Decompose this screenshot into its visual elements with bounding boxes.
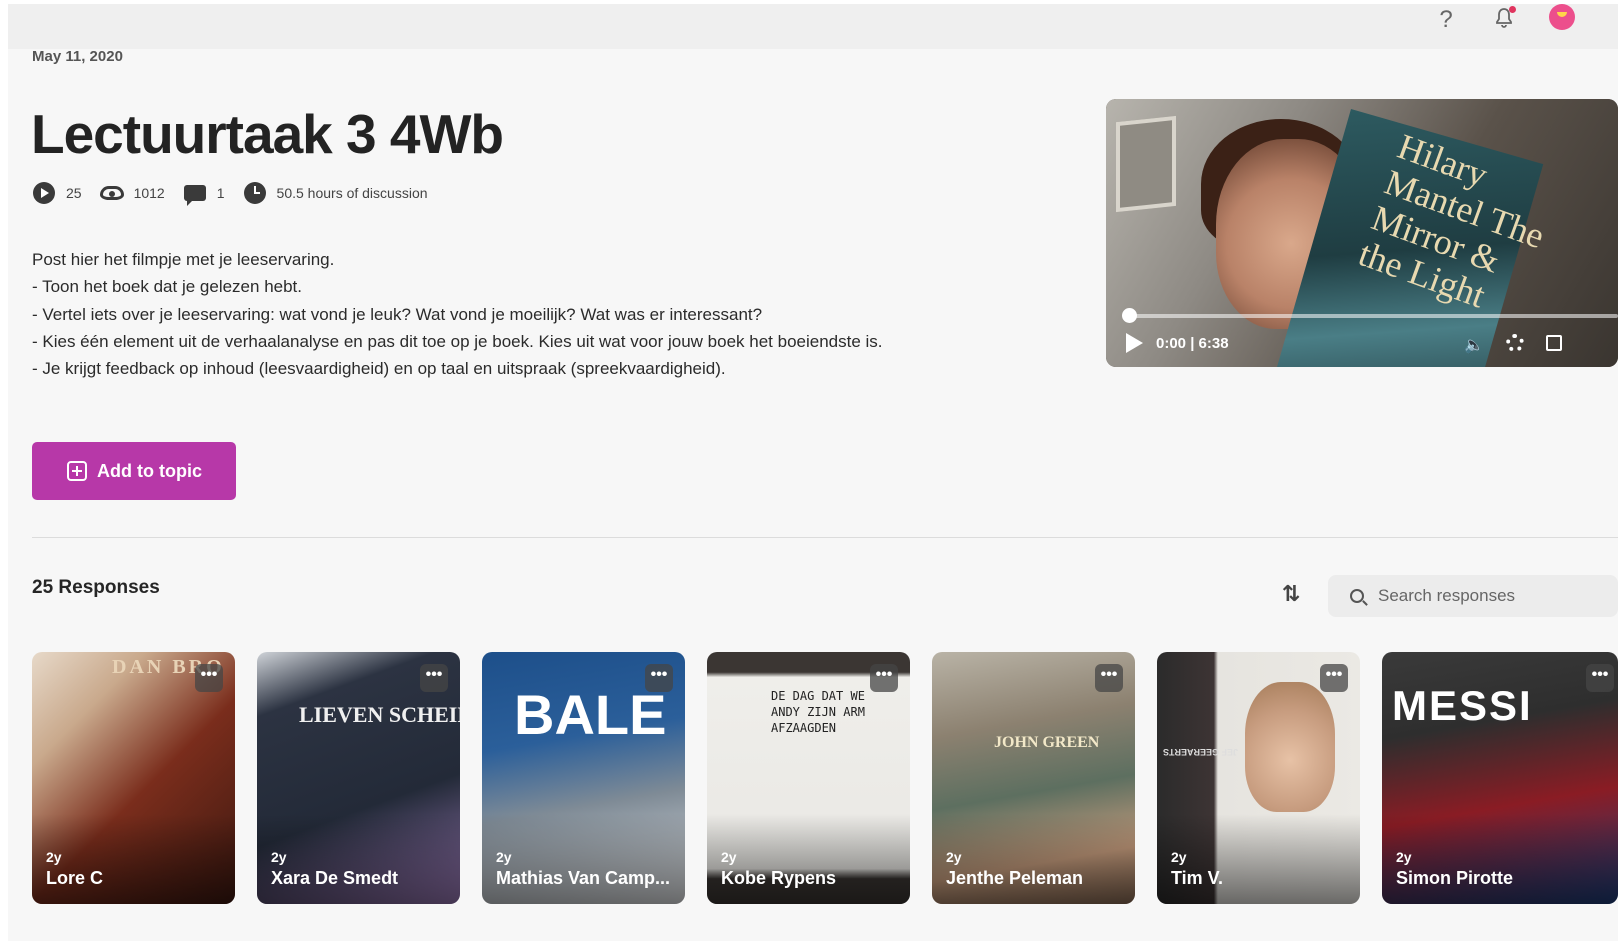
response-card[interactable]: LIEVEN SCHEIRE ••• 2y Xara De Smedt bbox=[257, 652, 460, 904]
scrubber-handle[interactable] bbox=[1122, 308, 1137, 323]
sort-arrows-icon[interactable]: ⇅ bbox=[1278, 582, 1304, 608]
play-icon[interactable] bbox=[1126, 333, 1143, 353]
response-age: 2y bbox=[721, 849, 737, 865]
response-author: Mathias Van Camp... bbox=[496, 868, 671, 888]
page-title: Lectuurtaak 3 4Wb bbox=[31, 103, 504, 165]
more-options-icon[interactable]: ••• bbox=[1586, 664, 1614, 692]
response-author: Xara De Smedt bbox=[271, 868, 399, 888]
card-shade bbox=[707, 814, 910, 904]
cover-text: DE DAG DAT WE ANDY ZIJN ARM AFZAAGDEN bbox=[771, 689, 865, 735]
wall-picture bbox=[1116, 115, 1176, 213]
card-shade bbox=[32, 814, 235, 904]
video-time: 0:00 | 6:38 bbox=[1156, 335, 1229, 352]
response-age: 2y bbox=[271, 849, 287, 865]
more-options-icon[interactable]: ••• bbox=[1320, 664, 1348, 692]
views-stat: 1012 bbox=[99, 181, 165, 205]
topic-video-player[interactable]: Hilary Mantel The Mirror & the Light 0:0… bbox=[1106, 99, 1618, 367]
avatar[interactable] bbox=[1549, 4, 1575, 30]
card-shade bbox=[1382, 814, 1618, 904]
clock-icon bbox=[243, 181, 267, 205]
response-card[interactable]: DE DAG DAT WE ANDY ZIJN ARM AFZAAGDEN ••… bbox=[707, 652, 910, 904]
views-count: 1012 bbox=[133, 185, 165, 201]
response-age: 2y bbox=[1396, 849, 1412, 865]
comments-stat: 1 bbox=[183, 181, 225, 206]
response-author: Simon Pirotte bbox=[1396, 868, 1514, 888]
bell-icon[interactable] bbox=[1492, 6, 1516, 30]
response-card[interactable]: JEF GEERAERTS ••• 2y Tim V. bbox=[1157, 652, 1360, 904]
card-shade bbox=[1157, 814, 1360, 904]
videos-count: 25 bbox=[66, 185, 82, 201]
video-scrubber[interactable] bbox=[1128, 314, 1618, 318]
response-author: Lore C bbox=[46, 868, 104, 888]
cover-text: BALE bbox=[514, 683, 667, 746]
response-card[interactable]: JOHN GREEN ••• 2y Jenthe Peleman bbox=[932, 652, 1135, 904]
response-age: 2y bbox=[1171, 849, 1187, 865]
description-line: - Je krijgt feedback op inhoud (leesvaar… bbox=[32, 359, 726, 379]
add-video-icon bbox=[67, 461, 87, 481]
help-icon[interactable]: ? bbox=[1436, 4, 1456, 36]
response-age: 2y bbox=[496, 849, 512, 865]
response-cards: DAN BRO ••• 2y Lore C LIEVEN SCHEIRE •••… bbox=[32, 652, 1618, 904]
description-line: - Vertel iets over je leeservaring: wat … bbox=[32, 304, 763, 324]
search-icon bbox=[1350, 589, 1364, 603]
add-to-topic-button[interactable]: Add to topic bbox=[32, 442, 236, 500]
cover-text: LIEVEN SCHEIRE bbox=[299, 702, 460, 727]
card-shade bbox=[932, 814, 1135, 904]
videos-stat: 25 bbox=[32, 181, 82, 205]
response-author: Tim V. bbox=[1171, 868, 1224, 888]
cover-text: JEF GEERAERTS bbox=[1163, 747, 1239, 757]
discussion-stat: 50.5 hours of discussion bbox=[243, 181, 428, 205]
response-author: Kobe Rypens bbox=[721, 868, 837, 888]
response-face bbox=[1245, 682, 1335, 812]
description-line: - Kies één element uit de verhaalanalyse… bbox=[32, 331, 883, 351]
topic-description: Post hier het filmpje met je leeservarin… bbox=[32, 246, 892, 382]
top-bar: ? bbox=[8, 4, 1618, 49]
search-responses[interactable] bbox=[1328, 575, 1618, 617]
gear-icon[interactable] bbox=[1506, 334, 1524, 352]
cover-text: MESSI bbox=[1392, 682, 1533, 729]
add-to-topic-label: Add to topic bbox=[97, 460, 202, 481]
card-shade bbox=[482, 814, 685, 904]
discussion-hours: 50.5 hours of discussion bbox=[276, 185, 428, 201]
fullscreen-icon[interactable] bbox=[1546, 335, 1562, 351]
response-card[interactable]: DAN BRO ••• 2y Lore C bbox=[32, 652, 235, 904]
response-author: Jenthe Peleman bbox=[946, 868, 1084, 888]
description-line: - Toon het boek dat je gelezen hebt. bbox=[32, 277, 302, 297]
search-input[interactable] bbox=[1378, 586, 1598, 606]
volume-icon[interactable]: 🔈 bbox=[1464, 335, 1484, 355]
card-shade bbox=[257, 814, 460, 904]
more-options-icon[interactable]: ••• bbox=[645, 664, 673, 692]
more-options-icon[interactable]: ••• bbox=[1095, 664, 1123, 692]
more-options-icon[interactable]: ••• bbox=[420, 664, 448, 692]
app-window: ? May 11, 2020 Lectuurtaak 3 4Wb 25 1012… bbox=[8, 4, 1618, 941]
play-circle-icon bbox=[32, 181, 56, 205]
section-divider bbox=[32, 537, 1618, 538]
notification-dot bbox=[1509, 6, 1516, 13]
response-age: 2y bbox=[46, 849, 62, 865]
more-options-icon[interactable]: ••• bbox=[870, 664, 898, 692]
comments-count: 1 bbox=[216, 185, 225, 201]
cover-text: JOHN GREEN bbox=[994, 734, 1100, 751]
response-card[interactable]: MESSI ••• 2y Simon Pirotte bbox=[1382, 652, 1618, 904]
topic-stats: 25 1012 1 50.5 hours of discussion bbox=[32, 180, 446, 206]
more-options-icon[interactable]: ••• bbox=[195, 664, 223, 692]
comment-icon bbox=[183, 181, 207, 206]
description-line: Post hier het filmpje met je leeservarin… bbox=[32, 250, 335, 269]
responses-count: 25 Responses bbox=[32, 577, 160, 598]
eye-icon bbox=[99, 181, 124, 205]
topic-date: May 11, 2020 bbox=[32, 48, 123, 65]
response-age: 2y bbox=[946, 849, 962, 865]
response-card[interactable]: BALE ••• 2y Mathias Van Camp... bbox=[482, 652, 685, 904]
